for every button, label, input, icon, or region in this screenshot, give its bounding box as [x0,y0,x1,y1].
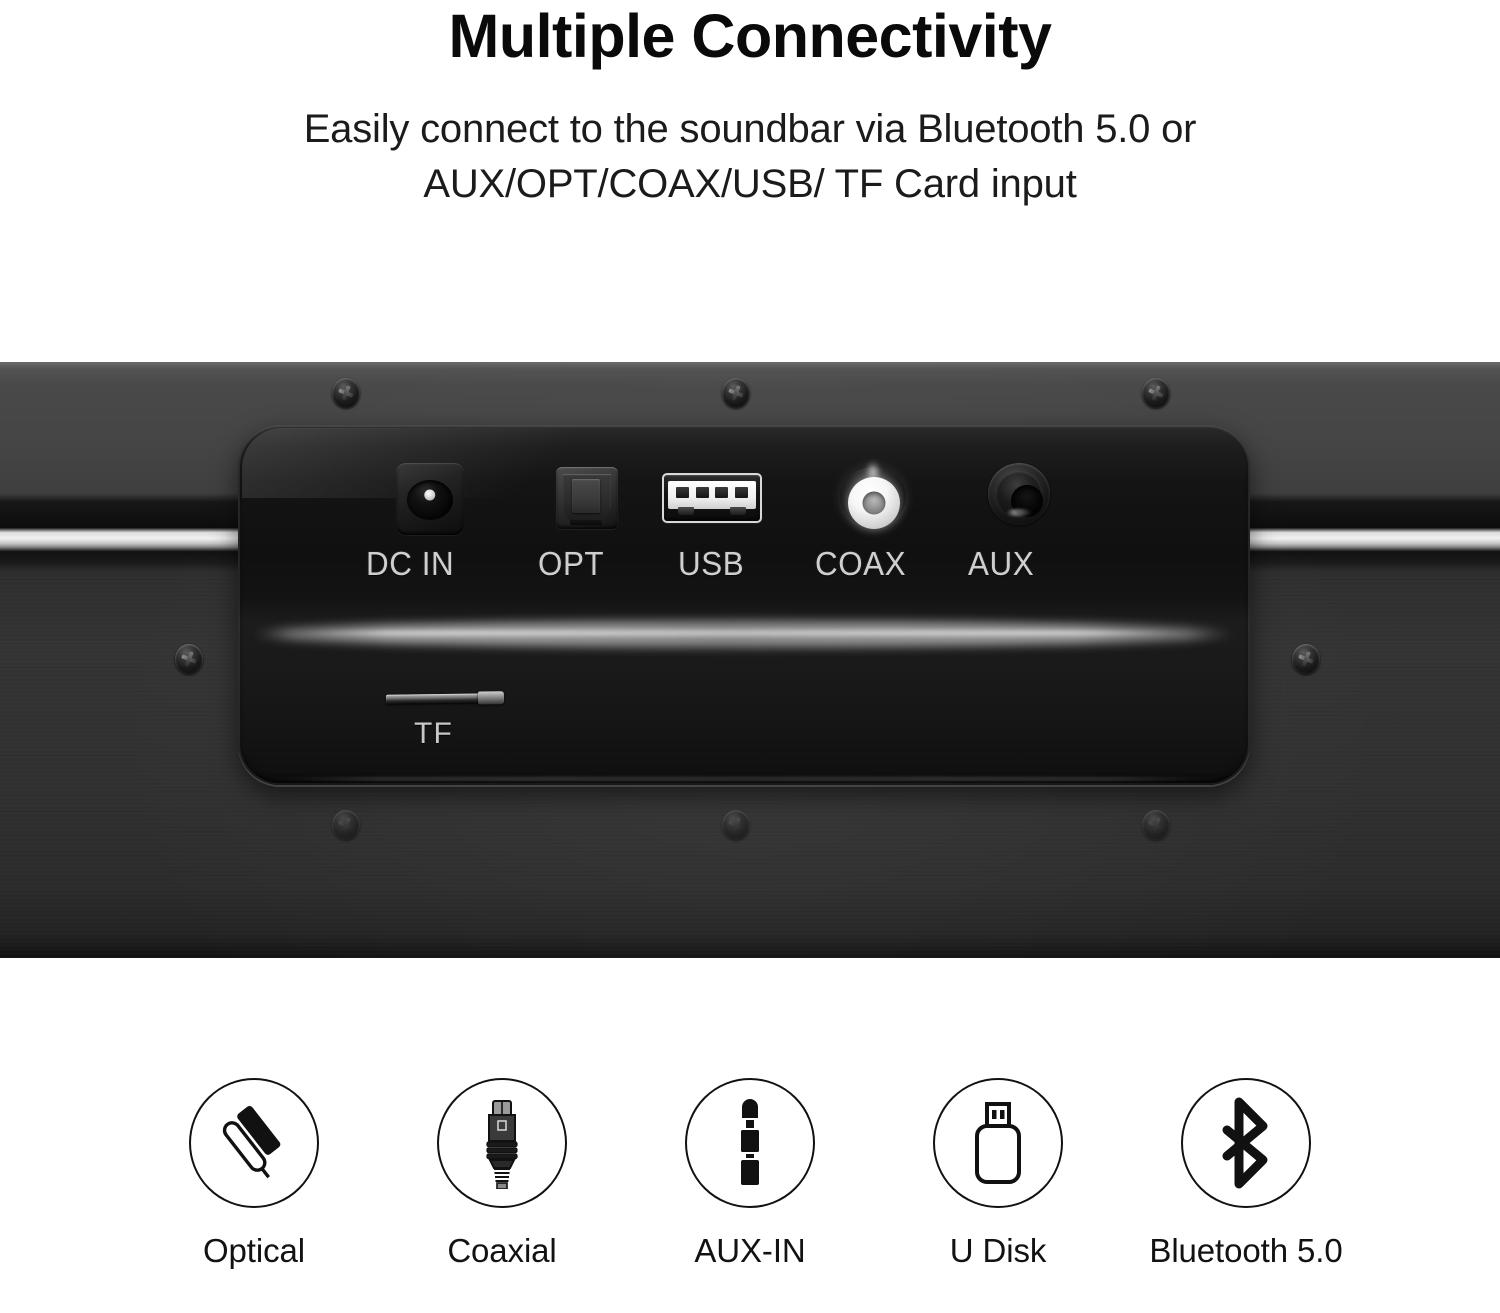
usb-pin [715,487,729,498]
tf-slot-label: TF [414,717,454,750]
port-label-coax: COAX [815,545,907,582]
coax-white-collar [848,477,900,529]
feature-icon-row: Optical Coaxial AUX-IN U Disk Bluetooth … [0,1078,1500,1270]
usb-contact-group [678,507,746,515]
panel-specular-core [298,630,1188,636]
bluetooth-icon [1181,1078,1311,1208]
chassis-screw [1142,378,1170,408]
page-subtitle: Easily connect to the soundbar via Bluet… [190,102,1310,212]
feature-item-optical[interactable]: Optical [130,1078,378,1270]
feature-label-coaxial: Coaxial [447,1232,557,1269]
page-title: Multiple Connectivity [448,2,1052,70]
usb-pin [734,487,748,498]
aux-specular-glint [1006,509,1032,516]
feature-item-aux-in[interactable]: AUX-IN [626,1078,874,1270]
toslink-shutter-door [572,479,600,513]
usb-pin [676,487,689,498]
feature-label-u-disk: U Disk [949,1232,1047,1269]
feature-item-coaxial[interactable]: Coaxial [378,1078,626,1270]
panel-specular-band [252,621,1236,647]
usb-pin [695,487,709,498]
usb-pin-group [676,487,748,498]
port-panel: DC IN OPT USB COAX AUX TF [238,425,1250,785]
chassis-screw [1142,810,1170,840]
coaxial-connector-icon [437,1078,567,1208]
coax-port[interactable] [836,455,910,535]
chassis-screw [722,378,750,408]
panel-bottom-rim [256,777,1232,781]
subtitle-line-2: AUX/OPT/COAX/USB/ TF Card input [423,162,1077,207]
product-feature-page: Multiple Connectivity Easily connect to … [0,0,1500,1313]
optical-cable-icon [189,1078,319,1208]
usb-tongue [668,481,756,509]
aux-port[interactable] [988,463,1050,525]
subtitle-line-1: Easily connect to the soundbar via Bluet… [303,107,1197,151]
port-label-usb: USB [678,545,745,582]
chassis-screw [332,810,360,840]
feature-item-u-disk[interactable]: U Disk [874,1078,1122,1270]
feature-label-aux-in: AUX-IN [694,1232,806,1269]
port-label-opt: OPT [538,545,605,582]
feature-label-optical: Optical [202,1232,305,1269]
port-label-dc-in: DC IN [366,545,455,582]
usb-port[interactable] [662,473,762,523]
feature-label-bluetooth: Bluetooth 5.0 [1149,1232,1343,1269]
usb-flash-drive-icon [933,1078,1063,1208]
coax-center-hole [862,491,886,515]
usb-contact [678,507,694,515]
optical-port[interactable] [556,467,618,529]
dc-in-port[interactable] [396,463,464,535]
chassis-screw [722,810,750,840]
tf-card-slot[interactable] [385,693,503,704]
port-label-aux: AUX [968,545,1035,582]
toslink-lip [570,520,602,525]
dc-barrel-pin [424,489,436,501]
feature-item-bluetooth[interactable]: Bluetooth 5.0 [1122,1078,1370,1270]
coax-specular-glint [866,461,880,483]
chassis-screw [175,644,203,674]
chassis-screw [332,378,360,408]
chassis-screw [1292,644,1320,674]
usb-contact [730,507,746,515]
aux-plug-icon [685,1078,815,1208]
